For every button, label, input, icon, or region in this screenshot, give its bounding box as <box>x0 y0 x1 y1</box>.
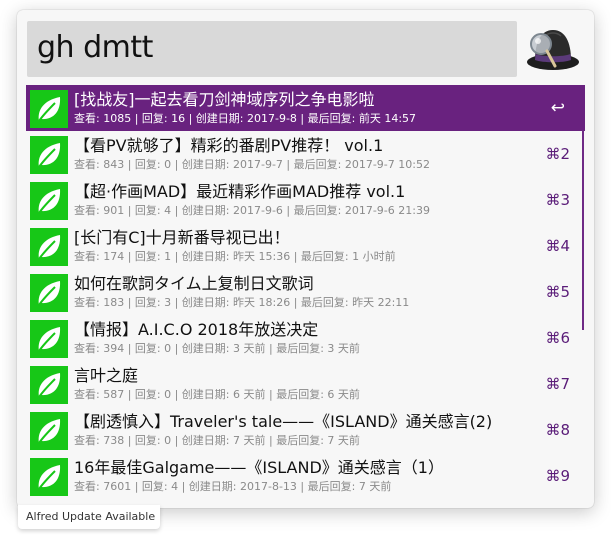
alfred-window: gh dmtt [找战友]一起去看刀剑神域序列之争电影啦 查看: 1085 | … <box>17 10 594 508</box>
result-row[interactable]: 【情报】A.I.C.O 2018年放送决定 查看: 394 | 回复: 0 | … <box>26 315 585 361</box>
leaf-icon <box>30 182 68 220</box>
result-shortcut: ⌘8 <box>545 421 570 439</box>
leaf-icon <box>30 228 68 266</box>
result-subtitle: 查看: 587 | 回复: 0 | 创建日期: 6 天前 | 最后回复: 6 天… <box>74 388 360 401</box>
result-title: 言叶之庭 <box>74 366 139 385</box>
result-title: 【剧透慎入】Traveler's tale——《ISLAND》通关感言(2) <box>74 412 493 431</box>
result-row[interactable]: 言叶之庭 查看: 587 | 回复: 0 | 创建日期: 6 天前 | 最后回复… <box>26 361 585 407</box>
result-row[interactable]: 【看PV就够了】精彩的番剧PV推荐！ vol.1 查看: 843 | 回复: 0… <box>26 131 585 177</box>
result-title: [找战友]一起去看刀剑神域序列之争电影啦 <box>74 90 375 109</box>
leaf-icon <box>30 366 68 404</box>
results-list: [找战友]一起去看刀剑神域序列之争电影啦 查看: 1085 | 回复: 16 |… <box>26 85 585 499</box>
result-shortcut: ⌘4 <box>545 237 570 255</box>
result-subtitle: 查看: 183 | 回复: 3 | 创建日期: 昨天 18:26 | 最后回复:… <box>74 296 410 309</box>
leaf-icon <box>30 458 68 496</box>
result-subtitle: 查看: 174 | 回复: 1 | 创建日期: 昨天 15:36 | 最后回复:… <box>74 250 396 263</box>
result-title: 如何在歌詞タイム上复制日文歌词 <box>74 274 314 293</box>
result-title: 【看PV就够了】精彩的番剧PV推荐！ vol.1 <box>74 136 384 155</box>
result-shortcut: ⌘7 <box>545 375 570 393</box>
result-subtitle: 查看: 901 | 回复: 4 | 创建日期: 2017-9-6 | 最后回复:… <box>74 204 430 217</box>
leaf-icon <box>30 90 68 128</box>
result-subtitle: 查看: 394 | 回复: 0 | 创建日期: 3 天前 | 最后回复: 3 天… <box>74 342 360 355</box>
result-row[interactable]: [找战友]一起去看刀剑神域序列之争电影啦 查看: 1085 | 回复: 16 |… <box>26 85 585 131</box>
result-title: 16年最佳Galgame——《ISLAND》通关感言（1） <box>74 458 444 477</box>
result-shortcut: ⌘6 <box>545 329 570 347</box>
result-title: [长门有C]十月新番导视已出！ <box>74 228 290 247</box>
update-available-tag[interactable]: Alfred Update Available <box>18 505 160 529</box>
result-subtitle: 查看: 843 | 回复: 0 | 创建日期: 2017-9-7 | 最后回复:… <box>74 158 430 171</box>
result-subtitle: 查看: 738 | 回复: 0 | 创建日期: 7 天前 | 最后回复: 7 天… <box>74 434 360 447</box>
result-subtitle: 查看: 1085 | 回复: 16 | 创建日期: 2017-9-8 | 最后回… <box>74 112 417 125</box>
result-shortcut: ⌘2 <box>545 145 570 163</box>
leaf-icon <box>30 274 68 312</box>
result-row[interactable]: 【剧透慎入】Traveler's tale——《ISLAND》通关感言(2) 查… <box>26 407 585 453</box>
return-key-icon: ↩ <box>550 98 565 118</box>
update-available-label: Alfred Update Available <box>26 510 156 523</box>
alfred-hat-icon <box>525 22 581 78</box>
result-shortcut: ⌘3 <box>545 191 570 209</box>
result-shortcut: ⌘9 <box>545 467 570 485</box>
result-title: 【超·作画MAD】最近精彩作画MAD推荐 vol.1 <box>74 182 406 201</box>
search-input[interactable]: gh dmtt <box>27 21 517 77</box>
result-row[interactable]: [长门有C]十月新番导视已出！ 查看: 174 | 回复: 1 | 创建日期: … <box>26 223 585 269</box>
results-scrollbar[interactable] <box>582 130 584 330</box>
search-query-text: gh dmtt <box>37 30 153 65</box>
result-subtitle: 查看: 7601 | 回复: 4 | 创建日期: 2017-8-13 | 最后回… <box>74 480 392 493</box>
result-title: 【情报】A.I.C.O 2018年放送决定 <box>74 320 319 339</box>
result-row[interactable]: 16年最佳Galgame——《ISLAND》通关感言（1） 查看: 7601 |… <box>26 453 585 499</box>
result-row[interactable]: 如何在歌詞タイム上复制日文歌词 查看: 183 | 回复: 3 | 创建日期: … <box>26 269 585 315</box>
leaf-icon <box>30 412 68 450</box>
leaf-icon <box>30 136 68 174</box>
leaf-icon <box>30 320 68 358</box>
result-row[interactable]: 【超·作画MAD】最近精彩作画MAD推荐 vol.1 查看: 901 | 回复:… <box>26 177 585 223</box>
result-shortcut: ⌘5 <box>545 283 570 301</box>
